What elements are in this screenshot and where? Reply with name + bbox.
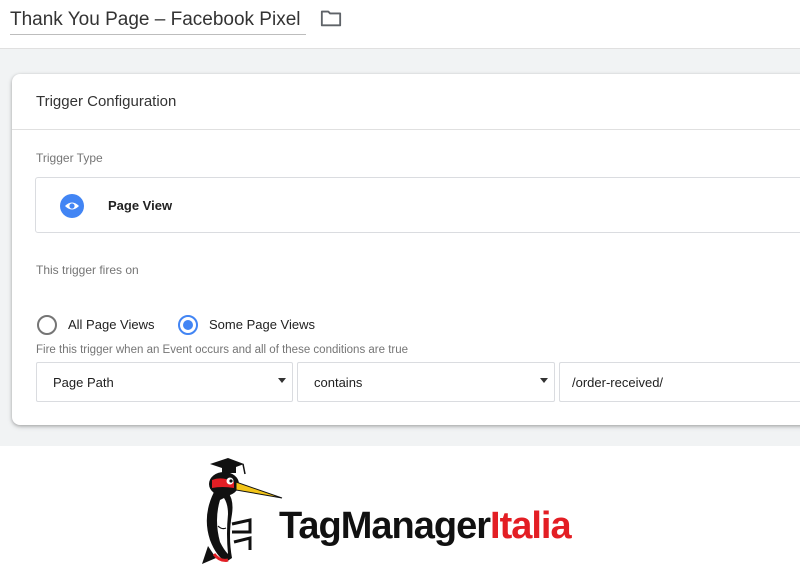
radio-button-checked[interactable] <box>178 315 198 335</box>
condition-label: Fire this trigger when an Event occurs a… <box>36 344 409 356</box>
radio-label: All Page Views <box>68 317 155 332</box>
radio-button[interactable] <box>37 315 57 335</box>
eye-icon <box>60 194 84 218</box>
radio-all-page-views[interactable]: All Page Views <box>37 315 167 335</box>
tagmanageritalia-wordmark: TagManagerItalia <box>279 502 572 550</box>
wordmark-part1: TagManager <box>279 505 491 547</box>
dropdown-caret-icon <box>540 378 548 383</box>
woodpecker-logo-icon <box>202 458 283 564</box>
variable-select-value: Page Path <box>53 375 114 390</box>
trigger-configuration-card: Trigger Configuration Trigger Type Page … <box>12 74 800 425</box>
radio-label: Some Page Views <box>209 317 315 332</box>
condition-value-input[interactable]: /order-received/ <box>559 362 800 402</box>
operator-select[interactable]: contains <box>297 362 555 402</box>
condition-value-text: /order-received/ <box>572 375 664 390</box>
radio-some-page-views[interactable]: Some Page Views <box>178 315 328 335</box>
trigger-type-name: Page View <box>108 198 173 213</box>
card-title: Trigger Configuration <box>36 93 177 110</box>
operator-select-value: contains <box>314 375 363 390</box>
dropdown-caret-icon <box>278 378 286 383</box>
wordmark-part2: Italia <box>490 505 572 547</box>
tag-name-input[interactable]: Thank You Page – Facebook Pixel <box>10 6 306 35</box>
variable-select[interactable]: Page Path <box>36 362 293 402</box>
card-header: Trigger Configuration <box>12 74 800 130</box>
trigger-type-selector[interactable]: Page View <box>35 177 800 233</box>
top-bar: Thank You Page – Facebook Pixel <box>0 0 800 49</box>
trigger-type-label: Trigger Type <box>36 151 103 165</box>
workspace: Trigger Configuration Trigger Type Page … <box>0 49 800 446</box>
folder-icon[interactable] <box>320 8 342 28</box>
fires-on-label: This trigger fires on <box>36 263 139 277</box>
